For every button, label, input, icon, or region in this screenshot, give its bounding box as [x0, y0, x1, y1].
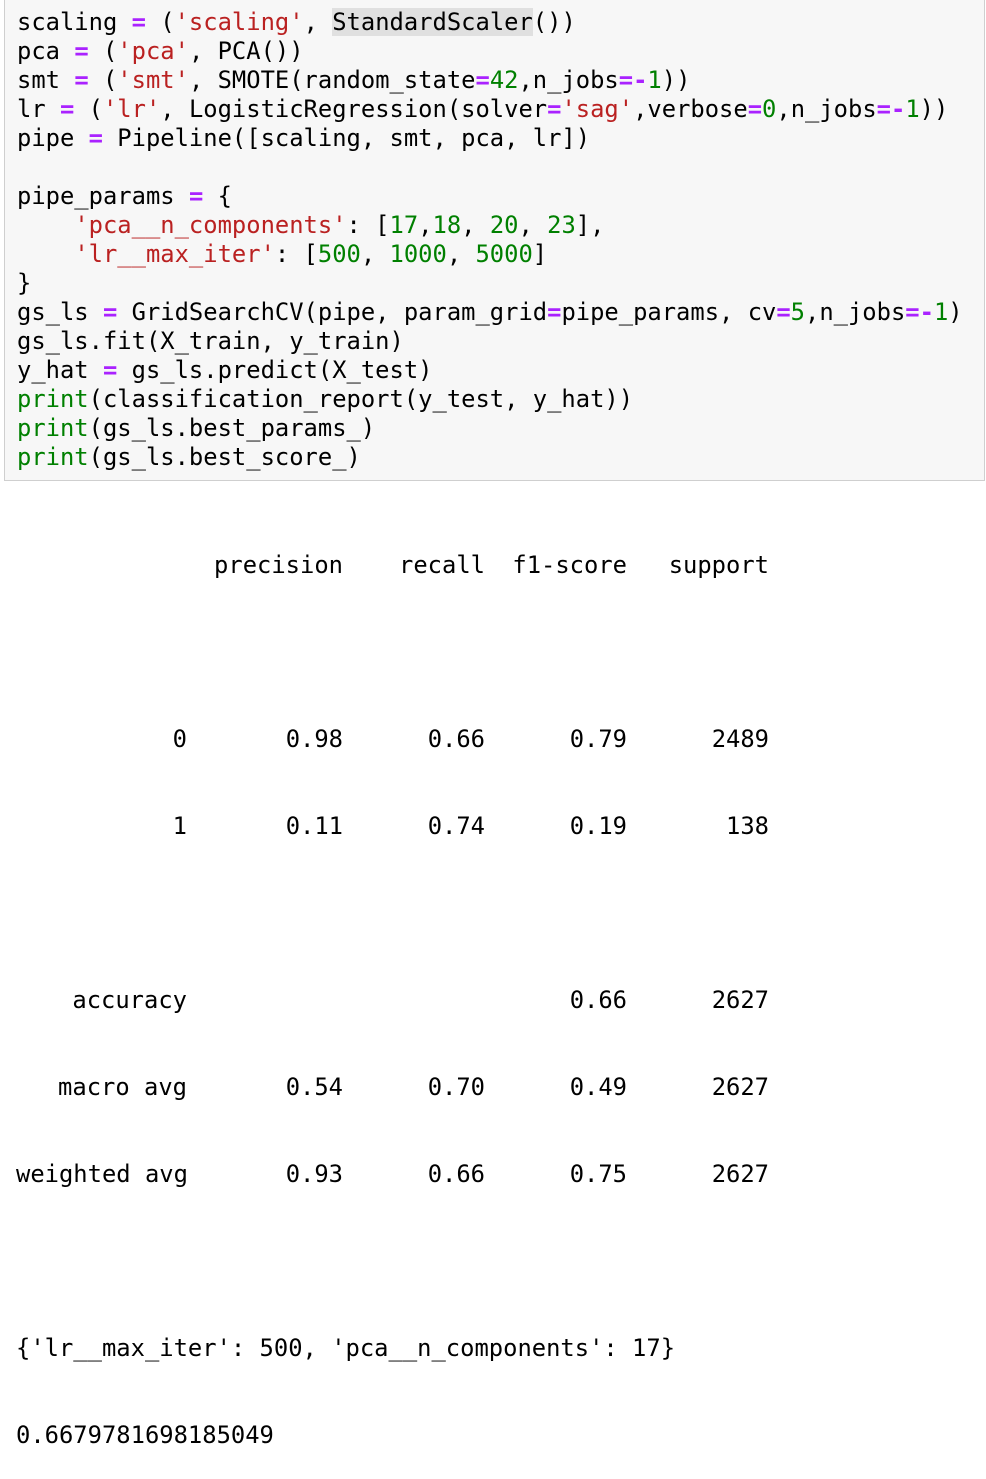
report-blank-row — [16, 638, 769, 667]
header-support: support — [668, 551, 769, 579]
header-f1-score: f1-score — [512, 551, 627, 579]
report-row-macro-avg: macro avg 0.54 0.70 0.49 2627 — [58, 1073, 769, 1101]
output-blank-row — [16, 1247, 769, 1276]
code-line-print-score: print(gs_ls.best_score_) — [17, 443, 361, 471]
code-line-print-params: print(gs_ls.best_params_) — [17, 414, 376, 442]
report-blank-row — [16, 899, 769, 928]
code-line-param-lr: 'lr__max_iter': [500, 1000, 5000] — [74, 240, 548, 268]
header-precision: precision — [214, 551, 343, 579]
code-line-predict: y_hat = gs_ls.predict(X_test) — [17, 356, 433, 384]
report-row-class-1: 1 0.11 0.74 0.19 138 — [172, 812, 769, 840]
code-line-gridsearch: gs_ls = GridSearchCV(pipe, param_grid=pi… — [17, 298, 963, 326]
code-line-print-report: print(classification_report(y_test, y_ha… — [17, 385, 634, 413]
report-header-row: precision recall f1-score support — [16, 551, 769, 580]
code-line-pca: pca = ('pca', PCA()) — [17, 37, 304, 65]
code-line-fit: gs_ls.fit(X_train, y_train) — [17, 327, 404, 355]
best-score-output: 0.6679781698185049 — [16, 1421, 274, 1449]
code-line-pipe-params: pipe_params = { — [17, 182, 232, 210]
cell-output: precision recall f1-score support 0 0.98 0.66… — [16, 493, 769, 1479]
highlighted-token: StandardScaler — [332, 8, 533, 36]
code-line-param-pca: 'pca__n_components': [17,18, 20, 23], — [74, 211, 605, 239]
header-recall: recall — [399, 551, 485, 579]
code-line-brace-close: } — [17, 269, 32, 297]
report-row-accuracy: accuracy 0.66 2627 — [72, 986, 769, 1014]
best-params-output: {'lr__max_iter': 500, 'pca__n_components… — [16, 1334, 676, 1362]
code-line-pipe: pipe = Pipeline([scaling, smt, pca, lr]) — [17, 124, 591, 152]
code-editor[interactable]: scaling = ('scaling', StandardScaler()) p… — [17, 8, 963, 472]
code-line-lr: lr = ('lr', LogisticRegression(solver='s… — [17, 95, 949, 123]
report-row-class-0: 0 0.98 0.66 0.79 2489 — [172, 725, 769, 753]
report-row-weighted-avg: weighted avg 0.93 0.66 0.75 2627 — [16, 1160, 769, 1188]
code-line-smt: smt = ('smt', SMOTE(random_state=42,n_jo… — [17, 66, 691, 94]
code-cell-input[interactable]: scaling = ('scaling', StandardScaler()) p… — [4, 0, 985, 481]
code-line-scaling: scaling = ('scaling', StandardScaler()) — [17, 8, 576, 36]
